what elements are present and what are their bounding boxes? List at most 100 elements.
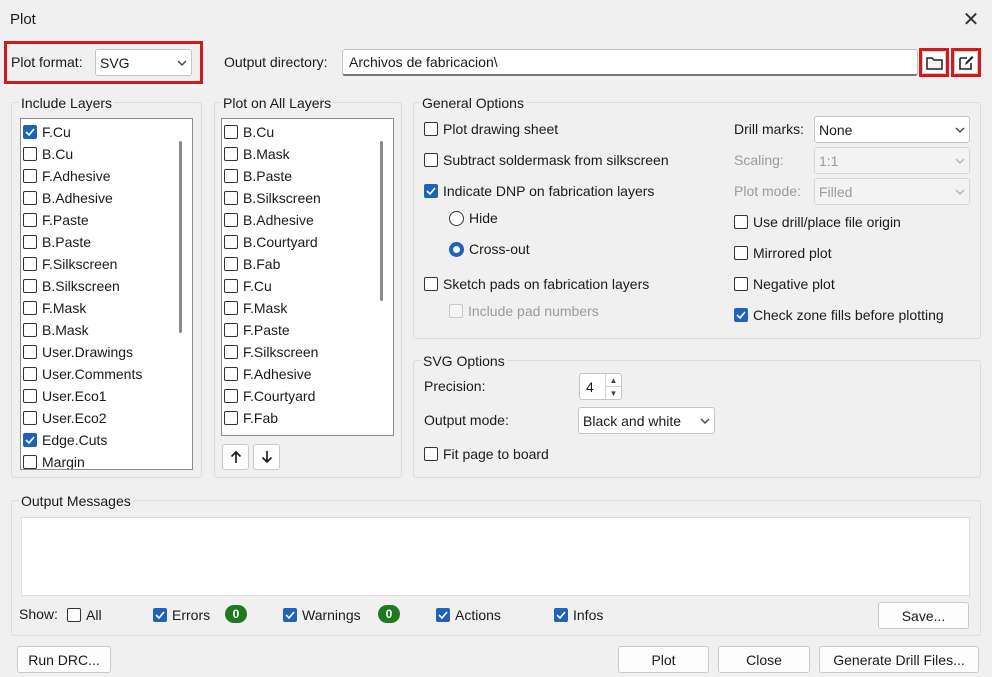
mirrored-plot-checkbox[interactable]: Mirrored plot <box>734 245 832 261</box>
layer-checkbox-item[interactable]: F.Cu <box>224 275 272 297</box>
close-button[interactable]: Close <box>718 646 810 673</box>
checkbox-box[interactable] <box>224 213 238 227</box>
layer-checkbox-item[interactable]: Edge.Cuts <box>23 429 107 451</box>
layer-checkbox-item[interactable]: B.Silkscreen <box>23 275 120 297</box>
checkbox-box[interactable] <box>224 279 238 293</box>
move-down-button[interactable] <box>253 444 280 470</box>
checkbox-box[interactable] <box>224 323 238 337</box>
output-messages-area[interactable] <box>21 517 970 596</box>
precision-spinner[interactable]: 4 ▲ ▼ <box>579 373 622 400</box>
checkbox-box[interactable] <box>424 277 438 291</box>
drill-marks-select[interactable]: None <box>814 116 970 143</box>
checkbox-box[interactable] <box>224 367 238 381</box>
layer-checkbox-item[interactable]: F.Fab <box>224 407 278 429</box>
layer-checkbox-item[interactable]: User.Eco1 <box>23 385 107 407</box>
cross-out-radio[interactable]: Cross-out <box>449 241 530 257</box>
layer-checkbox-item[interactable]: F.Paste <box>23 209 89 231</box>
layer-checkbox-item[interactable]: Margin <box>23 451 85 469</box>
checkbox-box[interactable] <box>23 279 37 293</box>
browse-folder-button[interactable] <box>922 51 946 74</box>
sketch-pads-checkbox[interactable]: Sketch pads on fabrication layers <box>424 276 649 292</box>
save-messages-button[interactable]: Save... <box>878 602 969 629</box>
checkbox-box[interactable] <box>23 433 37 447</box>
spin-up-icon[interactable]: ▲ <box>606 374 621 386</box>
output-directory-input[interactable]: Archivos de fabricacion\ <box>342 49 918 76</box>
checkbox-box[interactable] <box>734 308 748 322</box>
plot-format-select[interactable]: SVG <box>95 49 192 76</box>
checkbox-box[interactable] <box>436 608 450 622</box>
run-drc-button[interactable]: Run DRC... <box>17 646 111 673</box>
layer-checkbox-item[interactable]: F.Mask <box>23 297 86 319</box>
checkbox-box[interactable] <box>283 608 297 622</box>
plot-drawing-sheet-checkbox[interactable]: Plot drawing sheet <box>424 121 558 137</box>
checkbox-box[interactable] <box>67 608 81 622</box>
checkbox-box[interactable] <box>224 411 238 425</box>
checkbox-box[interactable] <box>224 235 238 249</box>
checkbox-box[interactable] <box>153 608 167 622</box>
include-pad-numbers-checkbox[interactable]: Include pad numbers <box>449 303 599 319</box>
subtract-soldermask-checkbox[interactable]: Subtract soldermask from silkscreen <box>424 152 669 168</box>
layer-checkbox-item[interactable]: User.Comments <box>23 363 142 385</box>
radio-circle[interactable] <box>449 241 464 257</box>
checkbox-box[interactable] <box>23 147 37 161</box>
fit-page-checkbox[interactable]: Fit page to board <box>424 446 549 462</box>
checkbox-box[interactable] <box>424 122 438 136</box>
scaling-select[interactable]: 1:1 <box>814 147 970 174</box>
move-up-button[interactable] <box>222 444 249 470</box>
layer-checkbox-item[interactable]: B.Silkscreen <box>224 187 321 209</box>
checkbox-box[interactable] <box>224 257 238 271</box>
spinner-arrows[interactable]: ▲ ▼ <box>605 374 621 399</box>
checkbox-box[interactable] <box>734 246 748 260</box>
layer-checkbox-item[interactable]: B.Mask <box>224 143 290 165</box>
checkbox-box[interactable] <box>23 169 37 183</box>
checkbox-box[interactable] <box>23 345 37 359</box>
checkbox-box[interactable] <box>23 367 37 381</box>
layer-checkbox-item[interactable]: F.Courtyard <box>224 385 315 407</box>
show-all-checkbox[interactable]: All <box>67 607 102 623</box>
checkbox-box[interactable] <box>424 447 438 461</box>
open-directory-button[interactable] <box>954 51 978 74</box>
checkbox-box[interactable] <box>554 608 568 622</box>
checkbox-box[interactable] <box>23 191 37 205</box>
use-drill-origin-checkbox[interactable]: Use drill/place file origin <box>734 214 901 230</box>
plot-all-layers-list[interactable]: B.Cu B.Mask B.Paste B.Silkscreen B.Adhesive B… <box>221 118 394 436</box>
layer-checkbox-item[interactable]: B.Courtyard <box>224 231 318 253</box>
layer-checkbox-item[interactable]: B.Paste <box>23 231 91 253</box>
hide-radio[interactable]: Hide <box>449 210 498 226</box>
negative-plot-checkbox[interactable]: Negative plot <box>734 276 835 292</box>
output-mode-select[interactable]: Black and white <box>578 407 715 434</box>
plot-button[interactable]: Plot <box>618 646 709 673</box>
layer-checkbox-item[interactable]: F.Silkscreen <box>23 253 117 275</box>
checkbox-box[interactable] <box>449 304 463 318</box>
spin-down-icon[interactable]: ▼ <box>606 386 621 399</box>
plot-mode-select[interactable]: Filled <box>814 178 970 205</box>
radio-circle[interactable] <box>449 210 464 226</box>
layer-checkbox-item[interactable]: B.Cu <box>23 143 73 165</box>
check-zone-fills-checkbox[interactable]: Check zone fills before plotting <box>734 307 944 323</box>
checkbox-box[interactable] <box>23 257 37 271</box>
checkbox-box[interactable] <box>23 455 37 469</box>
checkbox-box[interactable] <box>224 147 238 161</box>
layer-checkbox-item[interactable]: F.Cu <box>23 121 71 143</box>
layer-checkbox-item[interactable]: B.Adhesive <box>23 187 113 209</box>
checkbox-box[interactable] <box>224 169 238 183</box>
close-icon[interactable]: ✕ <box>958 6 984 32</box>
layer-checkbox-item[interactable]: User.Drawings <box>23 341 133 363</box>
checkbox-box[interactable] <box>23 213 37 227</box>
layer-checkbox-item[interactable]: F.Mask <box>224 297 287 319</box>
layer-checkbox-item[interactable]: F.Silkscreen <box>224 341 318 363</box>
show-actions-checkbox[interactable]: Actions <box>436 607 501 623</box>
checkbox-box[interactable] <box>23 389 37 403</box>
checkbox-box[interactable] <box>734 277 748 291</box>
checkbox-box[interactable] <box>23 323 37 337</box>
include-layers-scrollbar[interactable] <box>179 141 182 333</box>
layer-checkbox-item[interactable]: B.Fab <box>224 253 280 275</box>
checkbox-box[interactable] <box>224 345 238 359</box>
show-infos-checkbox[interactable]: Infos <box>554 607 603 623</box>
layer-checkbox-item[interactable]: B.Paste <box>224 165 292 187</box>
checkbox-box[interactable] <box>23 125 37 139</box>
layer-checkbox-item[interactable]: User.Eco2 <box>23 407 107 429</box>
layer-checkbox-item[interactable]: F.Adhesive <box>224 363 311 385</box>
layer-checkbox-item[interactable]: B.Cu <box>224 121 274 143</box>
checkbox-box[interactable] <box>224 191 238 205</box>
